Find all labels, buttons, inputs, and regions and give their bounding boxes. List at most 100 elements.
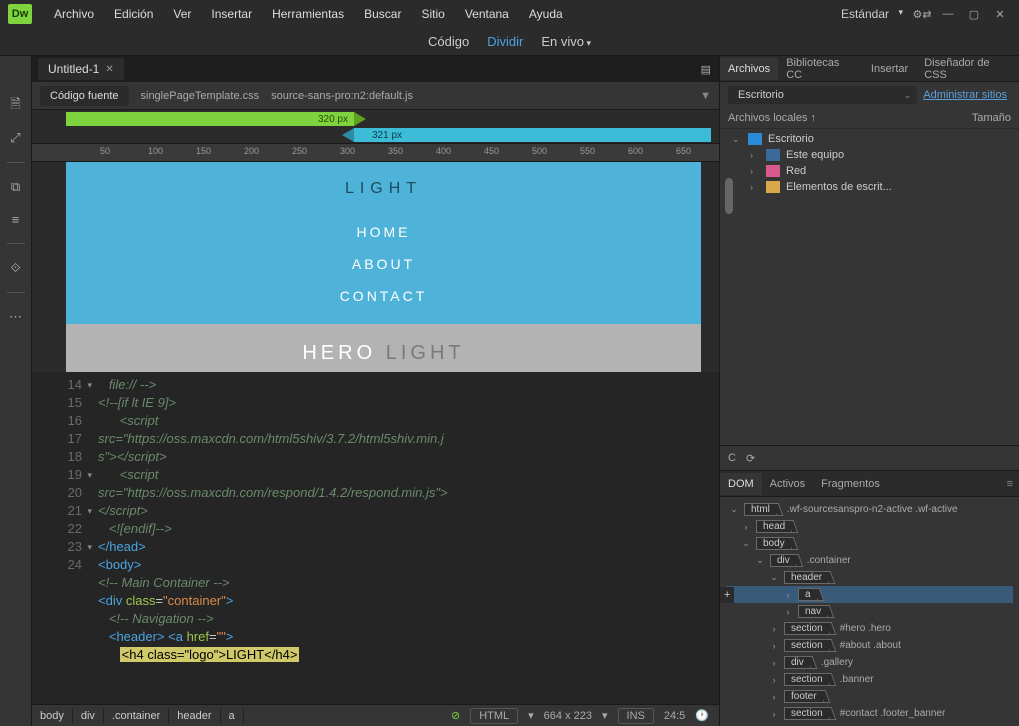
- status-dimensions: 664 x 223: [544, 710, 592, 722]
- media-query-bars: 320 px 321 px: [32, 110, 719, 144]
- menu-buscar[interactable]: Buscar: [354, 7, 411, 21]
- dom-row-hero[interactable]: ›section#hero .hero: [726, 620, 1013, 637]
- manage-sites-link[interactable]: Administrar sitios: [923, 89, 1011, 101]
- ruler-tick: 600: [628, 146, 643, 156]
- dom-row-footer[interactable]: ›footer: [726, 688, 1013, 705]
- dom-row-banner[interactable]: ›section.banner: [726, 671, 1013, 688]
- pc-icon: [766, 149, 780, 161]
- scrollbar-thumb[interactable]: [725, 178, 733, 214]
- tab-activos[interactable]: Activos: [762, 473, 813, 495]
- left-toolbar: 🗎 ⤢ ⧉ ≡ ⟐ ⋯: [0, 56, 32, 726]
- view-switcher: Código Dividir En vivo: [0, 28, 1019, 56]
- close-tab-icon[interactable]: ✕: [105, 64, 113, 75]
- menu-edicion[interactable]: Edición: [104, 7, 163, 21]
- dom-row-html[interactable]: ⌄html.wf-sourcesanspro-n2-active .wf-act…: [726, 501, 1013, 518]
- ruler-tick: 50: [100, 146, 110, 156]
- tab-archivos[interactable]: Archivos: [720, 58, 778, 80]
- ruler-tick: 450: [484, 146, 499, 156]
- ruler-tick: 350: [388, 146, 403, 156]
- source-code-button[interactable]: Código fuente: [40, 86, 129, 106]
- ruler-tick: 500: [532, 146, 547, 156]
- dom-row-nav[interactable]: ›nav: [726, 603, 1013, 620]
- dom-row-about[interactable]: ›section#about .about: [726, 637, 1013, 654]
- panel-actions: C ⟳: [720, 445, 1019, 471]
- live-view-options-icon[interactable]: ⧉: [6, 177, 26, 197]
- tab-dom[interactable]: DOM: [720, 473, 762, 495]
- dom-row-container[interactable]: ⌄div.container: [726, 552, 1013, 569]
- breadcrumb-a[interactable]: a: [221, 708, 244, 724]
- document-tab[interactable]: Untitled-1 ✕: [38, 58, 124, 80]
- sync-icon[interactable]: ⟳: [746, 452, 755, 465]
- dom-row-contact[interactable]: ›section#contact .footer_banner: [726, 705, 1013, 722]
- dom-row-gallery[interactable]: ›div.gallery: [726, 654, 1013, 671]
- dom-row-head[interactable]: ›head: [726, 518, 1013, 535]
- code-highlight: <h4 class="logo">LIGHT</h4>: [120, 647, 300, 662]
- ruler-tick: 200: [244, 146, 259, 156]
- related-file[interactable]: source-sans-pro:n2:default.js: [271, 90, 413, 102]
- sync-settings-icon[interactable]: ⚙⇄: [911, 3, 933, 25]
- refresh-icon[interactable]: C: [728, 452, 736, 464]
- status-cursor-pos: 24:5: [664, 710, 685, 722]
- breadcrumb-header[interactable]: header: [169, 708, 220, 724]
- dom-row-a[interactable]: +›a: [726, 586, 1013, 603]
- dom-row-body[interactable]: ⌄body: [726, 535, 1013, 552]
- workspace-dropdown[interactable]: Estándar: [831, 5, 907, 23]
- ruler-tick: 150: [196, 146, 211, 156]
- panel-menu-icon[interactable]: ≡: [1007, 478, 1019, 490]
- tab-bibliotecas[interactable]: Bibliotecas CC: [778, 52, 863, 86]
- site-dropdown[interactable]: Escritorio ⌄: [728, 86, 917, 104]
- minimize-icon[interactable]: —: [937, 3, 959, 25]
- customize-icon[interactable]: ⟐: [6, 258, 26, 278]
- filter-icon[interactable]: ▼: [700, 90, 711, 102]
- tab-insertar[interactable]: Insertar: [863, 58, 916, 80]
- view-code-button[interactable]: Código: [428, 34, 469, 49]
- media-query-bar-321[interactable]: 321 px: [354, 128, 711, 142]
- ruler-tick: 650: [676, 146, 691, 156]
- files-col-name[interactable]: Archivos locales ↑: [728, 112, 972, 124]
- document-options-icon[interactable]: ▤: [701, 64, 711, 76]
- status-bar: body div .container header a ⊘ HTML ▾ 66…: [32, 704, 719, 726]
- breadcrumb-container[interactable]: .container: [104, 708, 169, 724]
- tree-row-equipo[interactable]: ›Este equipo: [746, 147, 1019, 163]
- related-file[interactable]: singlePageTemplate.css: [141, 90, 260, 102]
- ruler-tick: 100: [148, 146, 163, 156]
- status-overflow-icon[interactable]: 🕐: [695, 709, 709, 722]
- tree-row-elementos[interactable]: ›Elementos de escrit...: [746, 179, 1019, 195]
- preview-nav-home[interactable]: HOME: [66, 216, 701, 248]
- menu-ventana[interactable]: Ventana: [455, 7, 519, 21]
- expand-icon[interactable]: ⤢: [6, 128, 26, 148]
- view-live-button[interactable]: En vivo: [541, 34, 591, 49]
- dom-panel-tabs: DOM Activos Fragmentos ≡: [720, 471, 1019, 497]
- code-editor[interactable]: 14 15 16 17 18 19 20 21 22 23 24 file://…: [32, 372, 719, 704]
- app-logo: Dw: [8, 4, 32, 24]
- breadcrumb-body[interactable]: body: [32, 708, 73, 724]
- more-icon[interactable]: ⋯: [6, 307, 26, 327]
- menu-insertar[interactable]: Insertar: [201, 7, 262, 21]
- menu-ver[interactable]: Ver: [163, 7, 201, 21]
- code-content[interactable]: file:// --> <!--[if lt IE 9]> <script sr…: [32, 372, 719, 668]
- dom-row-header[interactable]: ⌄header: [726, 569, 1013, 586]
- status-insert-mode[interactable]: INS: [618, 708, 654, 724]
- inspect-icon[interactable]: ≡: [6, 209, 26, 229]
- breadcrumb-div[interactable]: div: [73, 708, 104, 724]
- view-split-button[interactable]: Dividir: [487, 34, 523, 49]
- tree-row-escritorio[interactable]: ⌄Escritorio: [728, 131, 1019, 147]
- status-language[interactable]: HTML: [470, 708, 518, 724]
- tab-css-designer[interactable]: Diseñador de CSS: [916, 52, 1019, 86]
- file-management-icon[interactable]: 🗎: [6, 96, 26, 116]
- files-col-size[interactable]: Tamaño: [972, 112, 1011, 124]
- tab-fragmentos[interactable]: Fragmentos: [813, 473, 888, 495]
- live-preview[interactable]: LIGHT HOME ABOUT CONTACT HERO LIGHT: [66, 162, 701, 372]
- menu-herramientas[interactable]: Herramientas: [262, 7, 354, 21]
- preview-nav-about[interactable]: ABOUT: [66, 248, 701, 280]
- tree-row-red[interactable]: ›Red: [746, 163, 1019, 179]
- dom-add-button[interactable]: +: [720, 587, 734, 603]
- maximize-icon[interactable]: ▢: [963, 3, 985, 25]
- close-icon[interactable]: ✕: [989, 3, 1011, 25]
- menu-sitio[interactable]: Sitio: [411, 7, 454, 21]
- preview-logo: LIGHT: [66, 180, 701, 198]
- media-query-bar-320[interactable]: 320 px: [66, 112, 354, 126]
- menu-archivo[interactable]: Archivo: [44, 7, 104, 21]
- preview-nav-contact[interactable]: CONTACT: [66, 280, 701, 312]
- menu-ayuda[interactable]: Ayuda: [519, 7, 573, 21]
